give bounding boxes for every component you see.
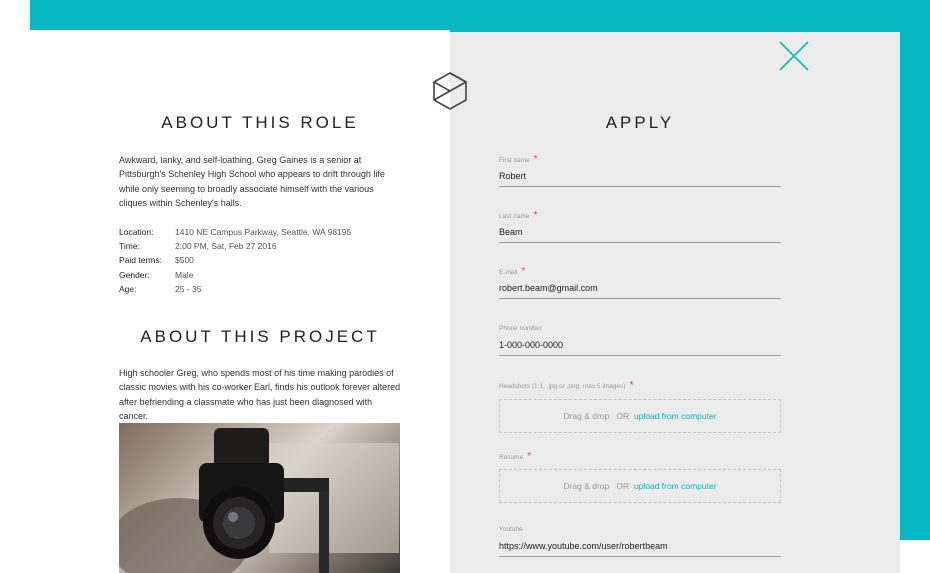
role-description: Awkward, lanky, and self-loathing, Greg …: [119, 155, 385, 209]
youtube-field: Youtube: [499, 525, 781, 557]
required-marker: *: [533, 154, 538, 165]
detail-label: Time:: [119, 241, 140, 252]
detail-row-paid-terms: Paid terms: $500: [119, 253, 419, 267]
phone-input[interactable]: [499, 334, 781, 356]
detail-row-gender: Gender: Male: [119, 268, 419, 282]
detail-value: 2:00 PM, Sat, Feb 27 2016: [175, 241, 277, 252]
about-project-heading: ABOUT THIS PROJECT: [140, 327, 380, 346]
phone-label: Phone number: [499, 325, 542, 332]
email-field: E-mail *: [499, 267, 781, 299]
detail-label: Gender:: [119, 269, 150, 280]
last-name-label: Last name: [499, 213, 530, 220]
headshots-label: Headshots (1:1, .jpg or .png, max 5 imag…: [499, 383, 626, 390]
headshots-dropzone[interactable]: Drag & drop OR upload from computer: [499, 399, 781, 433]
headshots-field: Headshots (1:1, .jpg or .png, max 5 imag…: [499, 381, 781, 391]
upload-headshots-link[interactable]: upload from computer: [634, 411, 717, 421]
field-label: Last name *: [499, 211, 781, 221]
field-label: Resume *: [499, 452, 781, 462]
cube-logo-icon: [433, 72, 467, 110]
required-marker: *: [629, 380, 634, 391]
resume-field: Resume *: [499, 452, 781, 462]
resume-label: Resume: [499, 454, 524, 461]
youtube-input[interactable]: [499, 535, 781, 557]
detail-value: $500: [175, 255, 194, 266]
detail-value: 1410 NE Campus Parkway, Seattle, WA 9819…: [175, 227, 352, 237]
apply-heading: APPLY: [605, 113, 675, 132]
youtube-label: Youtube: [499, 526, 523, 533]
or-text: OR: [616, 481, 630, 491]
last-name-field: Last name *: [499, 211, 781, 243]
phone-field: Phone number: [499, 324, 781, 356]
top-accent-bar: [30, 0, 930, 32]
camera-photo: [119, 423, 400, 573]
first-name-input[interactable]: [499, 165, 781, 187]
first-name-label: First name: [499, 157, 530, 164]
detail-row-age: Age: 25 - 35: [119, 282, 419, 296]
drag-drop-text: Drag & drop: [563, 411, 610, 421]
detail-label: Paid terms:: [119, 255, 162, 266]
or-text: OR: [616, 411, 630, 421]
drag-drop-text: Drag & drop: [563, 481, 610, 491]
upload-resume-link[interactable]: upload from computer: [634, 481, 717, 491]
resume-dropzone[interactable]: Drag & drop OR upload from computer: [499, 469, 781, 503]
camera-illustration: [119, 428, 399, 573]
detail-row-time: Time: 2:00 PM, Sat, Feb 27 2016: [119, 239, 419, 253]
about-role-heading: ABOUT THIS ROLE: [161, 113, 359, 132]
required-marker: *: [521, 266, 526, 277]
detail-value: Male: [175, 269, 194, 280]
email-label: E-mail: [499, 269, 518, 276]
required-marker: *: [527, 451, 532, 462]
detail-label: Age:: [119, 283, 137, 294]
detail-value: 25 - 35: [175, 283, 202, 294]
side-accent-bar: [900, 0, 930, 540]
first-name-field: First name *: [499, 155, 781, 187]
detail-row-location: Location: 1410 NE Campus Parkway, Seattl…: [119, 225, 419, 239]
last-name-input[interactable]: [499, 221, 781, 243]
required-marker: *: [533, 210, 538, 221]
email-input[interactable]: [499, 277, 781, 299]
field-label: First name *: [499, 155, 781, 165]
field-label: Headshots (1:1, .jpg or .png, max 5 imag…: [499, 381, 781, 391]
project-description: High schooler Greg, who spends most of h…: [119, 368, 401, 422]
field-label: E-mail *: [499, 267, 781, 277]
role-details-list: Location: 1410 NE Campus Parkway, Seattl…: [119, 225, 419, 296]
close-icon[interactable]: [778, 40, 810, 72]
detail-label: Location:: [119, 227, 154, 237]
